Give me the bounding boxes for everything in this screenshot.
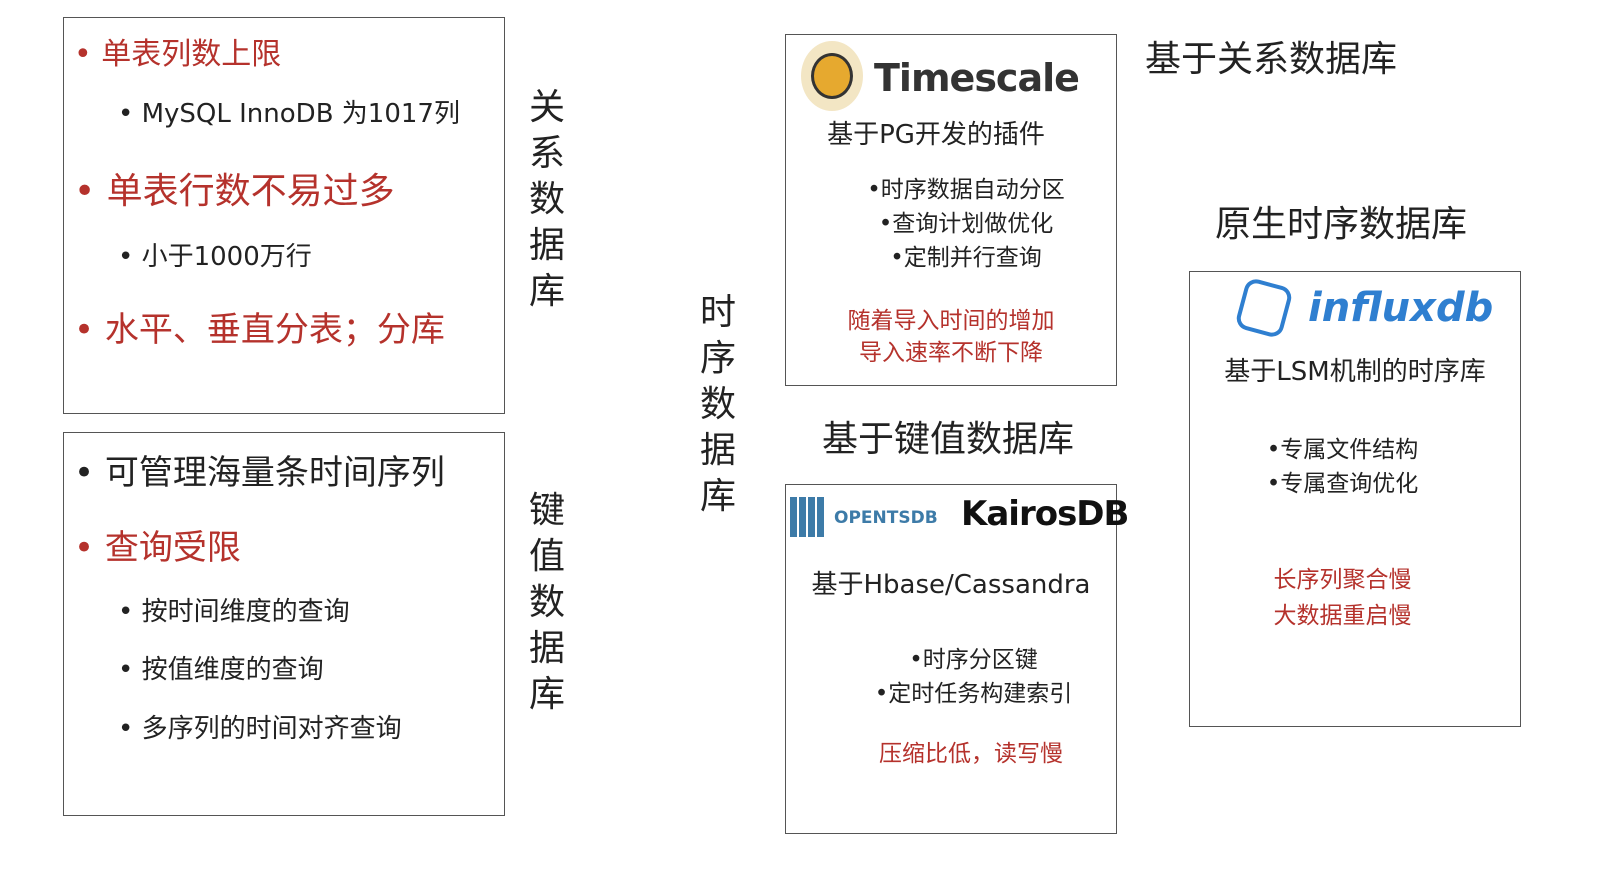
timescale-feature-0: •时序数据自动分区 — [867, 177, 1065, 203]
opentsdb-logo-text: OPENTSDB — [834, 508, 938, 528]
influx-feature-0: •专属文件结构 — [1266, 437, 1419, 463]
timescale-drawback-0: 随着导入时间的增加 — [847, 308, 1055, 334]
influx-drawback-1: 大数据重启慢 — [1273, 603, 1412, 629]
rel-item-4: • 水平、垂直分表；分库 — [74, 310, 445, 350]
timescale-feature-2: •定制并行查询 — [890, 245, 1042, 271]
timescale-subtitle: 基于PG开发的插件 — [827, 120, 1045, 150]
kv-tsdb-subtitle: 基于Hbase/Cassandra — [811, 570, 1091, 600]
kv-item-2: • 按时间维度的查询 — [118, 597, 350, 627]
relational-db-box — [63, 17, 505, 414]
timescale-logo-text: Timescale — [874, 56, 1080, 100]
timescale-category: 基于关系数据库 — [1145, 39, 1398, 80]
rel-item-1: • MySQL InnoDB 为1017列 — [118, 99, 460, 129]
rel-item-0: • 单表列数上限 — [74, 37, 282, 72]
kv-item-1: • 查询受限 — [74, 528, 241, 568]
influx-drawback-0: 长序列聚合慢 — [1273, 567, 1412, 593]
kv-item-3: • 按值维度的查询 — [118, 655, 324, 685]
influx-subtitle: 基于LSM机制的时序库 — [1224, 357, 1486, 387]
rel-item-2: • 单表行数不易过多 — [74, 171, 395, 212]
tsdb-label: 时序数据库 — [699, 292, 736, 517]
kv-tsdb-box: OPENTSDB KairosDB 基于Hbase/Cassandra •时序分… — [785, 484, 1129, 834]
opentsdb-grid-icon — [790, 497, 826, 537]
kairosdb-logo-text: KairosDB — [961, 494, 1129, 534]
timescale-drawback-1: 导入速率不断下降 — [859, 340, 1043, 366]
rel-item-3: • 小于1000万行 — [118, 242, 312, 272]
kv-tsdb-feature-0: •时序分区键 — [909, 647, 1038, 673]
influx-box: influxdb 基于LSM机制的时序库 •专属文件结构 •专属查询优化 长序列… — [1189, 271, 1521, 727]
kv-item-4: • 多序列的时间对齐查询 — [118, 714, 402, 744]
influx-logo-text: influxdb — [1308, 285, 1494, 331]
timescale-box: Timescale 基于PG开发的插件 •时序数据自动分区 •查询计划做优化 •… — [785, 34, 1117, 386]
kv-tsdb-drawback-0: 压缩比低，读写慢 — [879, 741, 1063, 767]
kv-tsdb-category: 基于键值数据库 — [822, 419, 1075, 460]
influx-category: 原生时序数据库 — [1215, 204, 1468, 245]
influx-feature-1: •专属查询优化 — [1266, 471, 1419, 497]
timescale-feature-1: •查询计划做优化 — [878, 211, 1054, 237]
tiger-logo-icon — [801, 41, 863, 111]
kv-db-label: 键值数据库 — [528, 490, 565, 715]
influx-cube-icon — [1234, 276, 1294, 340]
kv-tsdb-feature-1: •定时任务构建索引 — [874, 681, 1073, 707]
relational-db-label: 关系数据库 — [528, 87, 565, 312]
kv-item-0: • 可管理海量条时间序列 — [74, 453, 445, 493]
